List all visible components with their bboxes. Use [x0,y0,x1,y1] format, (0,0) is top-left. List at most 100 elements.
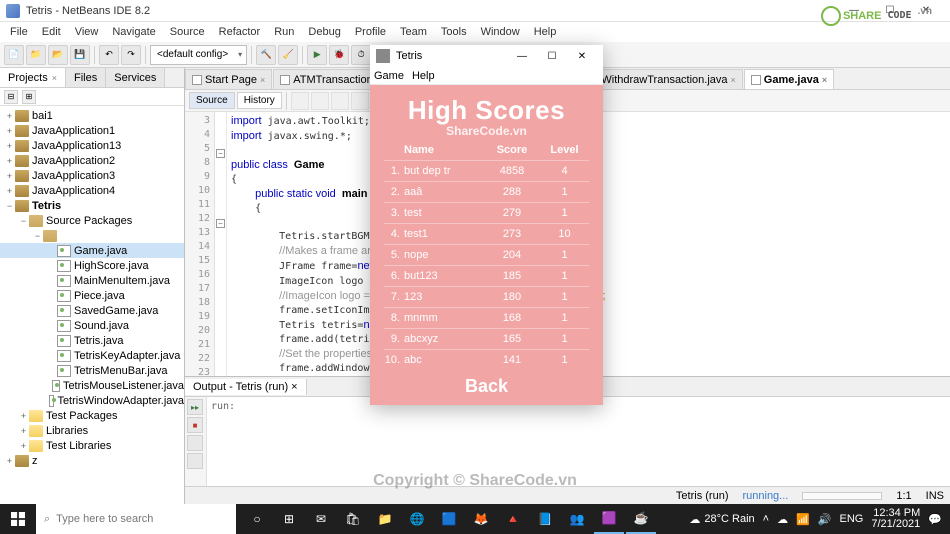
java-task-icon[interactable]: ☕ [626,504,656,534]
menu-profile[interactable]: Profile [349,24,392,40]
tree-node[interactable]: +Test Libraries [0,438,184,453]
firefox-icon[interactable]: 🦊 [466,504,496,534]
clean-build-button[interactable]: 🧹 [278,45,298,65]
tree-node[interactable]: SavedGame.java [0,303,184,318]
tab-services[interactable]: Services [106,68,165,87]
tree-node[interactable]: TetrisMouseListener.java [0,378,184,393]
onedrive-icon[interactable]: ☁ [777,513,788,526]
output-tab[interactable]: Output - Tetris (run)× [185,379,307,395]
nav-back-button[interactable] [291,92,309,110]
notifications-icon[interactable]: 💬 [928,513,942,526]
tetris-max-button[interactable]: ☐ [537,51,567,62]
teams-icon[interactable]: 👥 [562,504,592,534]
menu-tools[interactable]: Tools [435,24,473,40]
tree-node[interactable]: +JavaApplication2 [0,153,184,168]
save-all-button[interactable]: 💾 [70,45,90,65]
menu-debug[interactable]: Debug [302,24,346,40]
tree-node[interactable]: +JavaApplication4 [0,183,184,198]
tab-files[interactable]: Files [66,68,106,87]
menu-refactor[interactable]: Refactor [213,24,267,40]
config-dropdown[interactable]: <default config> [150,45,247,65]
tetris-titlebar[interactable]: Tetris — ☐ ✕ [370,45,603,67]
project-tree[interactable]: +bai1+JavaApplication1+JavaApplication13… [0,106,184,504]
word-icon[interactable]: 📘 [530,504,560,534]
language-indicator[interactable]: ENG [840,513,864,525]
editor-tab[interactable]: Game.java× [744,69,834,89]
menu-help[interactable]: Help [528,24,563,40]
back-button[interactable]: Back [384,376,589,397]
tetris-close-button[interactable]: ✕ [567,51,597,62]
system-clock[interactable]: 12:34 PM 7/21/2021 [871,508,920,530]
task-view-icon[interactable]: ⊞ [274,504,304,534]
tree-node[interactable]: Piece.java [0,288,184,303]
network-icon[interactable]: 📶 [796,513,810,526]
rerun-button[interactable]: ▸▸ [187,399,203,415]
tree-node[interactable]: +Test Packages [0,408,184,423]
redo-button[interactable]: ↷ [121,45,141,65]
out-btn[interactable] [187,453,203,469]
tree-node[interactable]: +JavaApplication3 [0,168,184,183]
tree-node[interactable]: TetrisWindowAdapter.java [0,393,184,408]
menu-run[interactable]: Run [268,24,300,40]
tree-node[interactable]: +bai1 [0,108,184,123]
history-tab[interactable]: History [237,92,282,109]
chrome-icon[interactable]: 🌐 [402,504,432,534]
collapse-button[interactable]: ⊟ [4,90,18,104]
undo-button[interactable]: ↶ [99,45,119,65]
tree-node[interactable]: +z [0,453,184,468]
cortana-icon[interactable]: ○ [242,504,272,534]
menu-edit[interactable]: Edit [36,24,67,40]
tree-node[interactable]: Tetris.java [0,333,184,348]
menu-source[interactable]: Source [164,24,211,40]
tree-node[interactable]: TetrisKeyAdapter.java [0,348,184,363]
vscode-icon[interactable]: 🟦 [434,504,464,534]
menu-team[interactable]: Team [394,24,433,40]
new-file-button[interactable]: 📄 [4,45,24,65]
nav-fwd-button[interactable] [311,92,329,110]
stop-button[interactable]: ■ [187,417,203,433]
tray-chevron-icon[interactable]: ˄ [763,513,769,525]
fold-marker[interactable]: − [216,219,225,228]
tree-node[interactable]: TetrisMenuBar.java [0,363,184,378]
out-btn[interactable] [187,435,203,451]
menu-view[interactable]: View [69,24,105,40]
tree-node[interactable]: +JavaApplication13 [0,138,184,153]
fold-marker[interactable]: − [216,149,225,158]
editor-tab[interactable]: WithdrawTransaction.java× [581,69,742,89]
new-project-button[interactable]: 📁 [26,45,46,65]
start-button[interactable] [0,504,36,534]
editor-tab[interactable]: Start Page× [185,69,272,89]
vlc-icon[interactable]: 🔺 [498,504,528,534]
tree-node[interactable]: Sound.java [0,318,184,333]
tree-node[interactable]: Game.java [0,243,184,258]
menu-window[interactable]: Window [475,24,526,40]
tree-node[interactable]: − [0,228,184,243]
expand-button[interactable]: ⊞ [22,90,36,104]
profile-button[interactable]: ⏱ [351,45,371,65]
weather-widget[interactable]: ☁ 28°C Rain [689,513,754,526]
run-button[interactable]: ▶ [307,45,327,65]
tetris-window[interactable]: Tetris — ☐ ✕ GameHelp High Scores ShareC… [370,45,603,405]
fold-gutter[interactable]: − − [215,112,227,376]
taskbar-search[interactable]: ⌕ Type here to search [36,504,236,534]
ed-btn[interactable] [331,92,349,110]
explorer-icon[interactable]: 📁 [370,504,400,534]
netbeans-task-icon[interactable]: 🟪 [594,504,624,534]
ed-btn[interactable] [351,92,369,110]
open-button[interactable]: 📂 [48,45,68,65]
tree-node[interactable]: HighScore.java [0,258,184,273]
tetris-menu-help[interactable]: Help [412,70,435,82]
source-tab[interactable]: Source [189,92,235,109]
tree-node[interactable]: +JavaApplication1 [0,123,184,138]
menu-file[interactable]: File [4,24,34,40]
volume-icon[interactable]: 🔊 [818,513,832,526]
tetris-menu-game[interactable]: Game [374,70,404,82]
store-icon[interactable]: 🛍 [338,504,368,534]
tetris-min-button[interactable]: — [507,51,537,62]
tab-projects[interactable]: Projects× [0,68,66,87]
mail-icon[interactable]: ✉ [306,504,336,534]
menu-navigate[interactable]: Navigate [106,24,161,40]
tree-node[interactable]: +Libraries [0,423,184,438]
debug-button[interactable]: 🐞 [329,45,349,65]
tree-node[interactable]: MainMenuItem.java [0,273,184,288]
